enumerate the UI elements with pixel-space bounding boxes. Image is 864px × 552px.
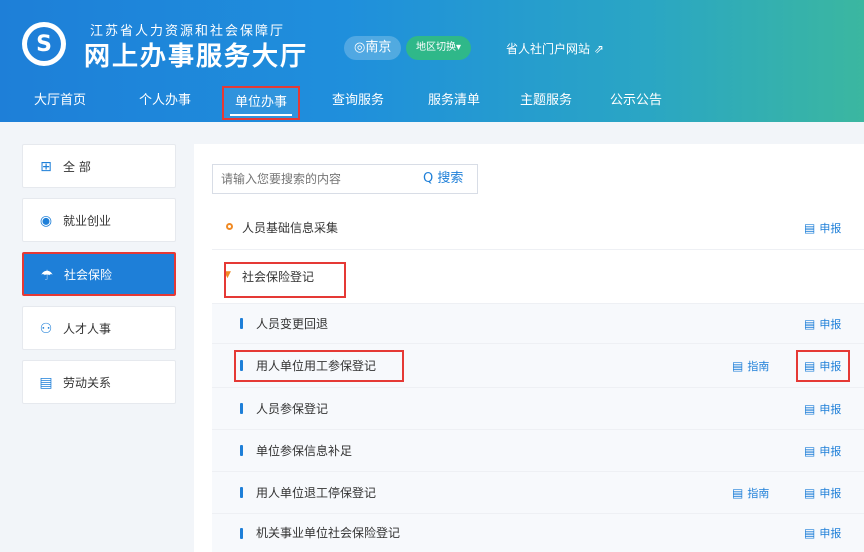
nav-query[interactable]: 查询服务	[318, 86, 398, 120]
apply-button[interactable]: ▤ 申报	[804, 430, 841, 473]
apply-label: 申报	[819, 445, 842, 458]
form-icon: ▤	[804, 317, 816, 331]
highlight-item	[234, 350, 404, 382]
item-label: 用人单位退工停保登记	[256, 486, 377, 500]
form-icon: ▤	[804, 221, 816, 235]
social-security-logo-icon: S	[27, 27, 61, 61]
item-label: 人员基础信息采集	[242, 221, 339, 235]
sidebar-item-social-insurance[interactable]: ☂ 社会保险	[22, 252, 176, 296]
apply-button[interactable]: ▤ 申报	[804, 388, 841, 431]
sidebar-item-labor-relations[interactable]: ▤ 劳动关系	[22, 360, 176, 404]
bar-marker-icon	[240, 445, 243, 456]
apply-button[interactable]: ▤ 申报	[804, 304, 841, 345]
guide-button[interactable]: ▤ 指南	[732, 344, 769, 389]
people-icon: ⚇	[39, 321, 53, 337]
search-icon: Q	[423, 171, 434, 186]
table-row[interactable]: 机关事业单位社会保险登记 ▤ 申报	[212, 514, 864, 552]
document-icon: ▤	[39, 375, 53, 391]
sidebar-item-employment[interactable]: ◉ 就业创业	[22, 198, 176, 242]
search-button-label: 搜索	[437, 171, 464, 186]
bar-marker-icon	[240, 403, 243, 414]
logo[interactable]: S	[22, 22, 66, 66]
form-icon: ▤	[804, 486, 816, 500]
sidebar-item-label: 劳动关系	[63, 375, 112, 390]
search-bar: Q 搜索	[212, 164, 478, 194]
nav-unit[interactable]: 单位办事	[222, 86, 300, 120]
nav-service-list[interactable]: 服务清单	[414, 86, 494, 120]
sidebar-item-label: 就业创业	[63, 213, 112, 228]
highlight-apply	[796, 350, 850, 382]
apply-button[interactable]: ▤ 申报	[804, 472, 841, 515]
bar-marker-icon	[240, 318, 243, 329]
nav-home[interactable]: 大厅首页	[20, 86, 100, 120]
nav-personal[interactable]: 个人办事	[120, 86, 210, 120]
grid-icon: ⊞	[40, 159, 52, 175]
category-sidebar: ⊞ 全 部 ◉ 就业创业 ☂ 社会保险 ⚇ 人才人事 ▤ 劳动关系	[22, 144, 176, 414]
guide-icon: ▤	[732, 359, 744, 373]
apply-button[interactable]: ▤ 申报	[804, 206, 841, 251]
guide-label: 指南	[747, 487, 770, 500]
site-header: S 江苏省人力资源和社会保障厅 网上办事服务大厅 ◎南京 地区切换▾ 省人社门户…	[0, 0, 864, 122]
sidebar-item-talent[interactable]: ⚇ 人才人事	[22, 306, 176, 350]
nav-notice[interactable]: 公示公告	[596, 86, 676, 120]
apply-label: 申报	[819, 318, 842, 331]
table-row[interactable]: 人员变更回退 ▤ 申报	[212, 304, 864, 344]
guide-icon: ▤	[732, 486, 744, 500]
service-list-panel: Q 搜索 人员基础信息采集 ▤申报 ▼ 社会保险登记 人员变更回退 ▤申报 用人…	[194, 144, 864, 552]
list-item[interactable]: 人员基础信息采集 ▤ 申报	[212, 206, 864, 250]
sidebar-item-label: 社会保险	[64, 267, 113, 282]
highlight-group	[224, 262, 346, 298]
item-label: 人员参保登记	[256, 402, 329, 416]
sidebar-item-all[interactable]: ⊞ 全 部	[22, 144, 176, 188]
apply-label: 申报	[819, 527, 842, 540]
form-icon: ▤	[804, 444, 816, 458]
item-label: 人员变更回退	[256, 317, 329, 331]
table-row[interactable]: 人员参保登记 ▤ 申报	[212, 388, 864, 430]
bullet-icon	[226, 223, 233, 230]
table-row[interactable]: 单位参保信息补足 ▤ 申报	[212, 430, 864, 472]
bar-marker-icon	[240, 528, 243, 539]
item-label: 单位参保信息补足	[256, 444, 353, 458]
guide-label: 指南	[747, 360, 770, 373]
item-label: 机关事业单位社会保险登记	[256, 526, 401, 540]
form-icon: ▤	[804, 402, 816, 416]
table-row[interactable]: 用人单位退工停保登记 ▤ 指南 ▤ 申报	[212, 472, 864, 514]
hall-title: 网上办事服务大厅	[84, 42, 309, 72]
form-icon: ▤	[804, 526, 816, 540]
sidebar-item-label: 全 部	[63, 159, 91, 174]
search-button[interactable]: Q 搜索	[423, 165, 463, 193]
employment-icon: ◉	[39, 213, 53, 229]
bar-marker-icon	[240, 487, 243, 498]
umbrella-icon: ☂	[40, 268, 54, 284]
guide-button[interactable]: ▤ 指南	[732, 472, 769, 515]
main-nav: 大厅首页 个人办事 单位办事 查询服务 服务清单 主题服务 公示公告	[0, 86, 864, 120]
sidebar-item-label: 人才人事	[63, 321, 112, 336]
portal-link[interactable]: 省人社门户网站 ⇗	[506, 40, 604, 57]
nav-theme[interactable]: 主题服务	[506, 86, 586, 120]
apply-label: 申报	[819, 222, 842, 235]
search-input[interactable]	[213, 165, 413, 193]
apply-label: 申报	[819, 487, 842, 500]
apply-button[interactable]: ▤ 申报	[804, 514, 841, 552]
city-selector[interactable]: ◎南京	[344, 36, 402, 60]
region-switch-button[interactable]: 地区切换▾	[406, 36, 472, 60]
apply-label: 申报	[819, 403, 842, 416]
